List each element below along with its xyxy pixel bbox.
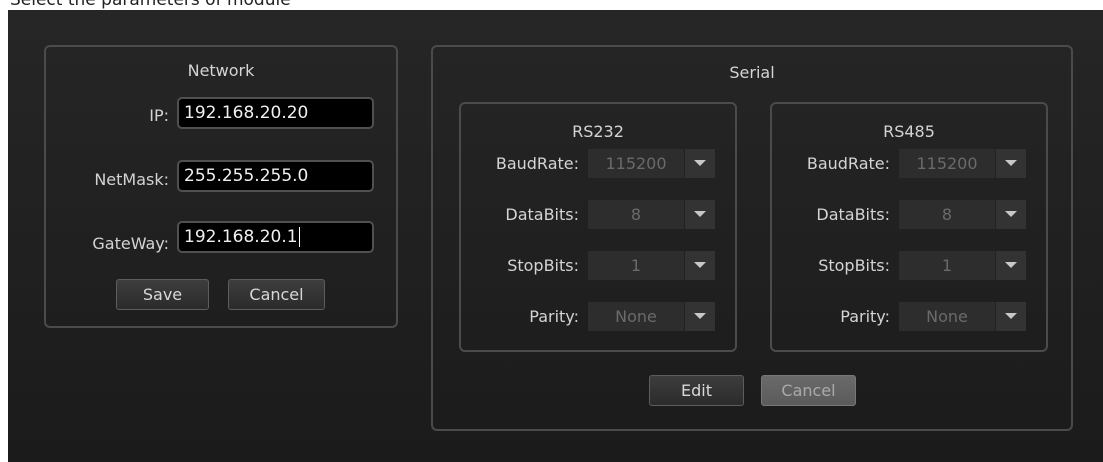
rs232-parity-value: None [615, 307, 657, 326]
chevron-down-icon[interactable] [995, 302, 1026, 331]
rs232-baudrate-value: 115200 [605, 154, 667, 173]
rs485-title: RS485 [883, 122, 935, 141]
rs485-parity-select[interactable]: None [899, 302, 1026, 331]
netmask-field[interactable]: 255.255.255.0 [177, 160, 374, 192]
netmask-label: NetMask: [94, 170, 169, 189]
chevron-down-icon[interactable] [995, 200, 1026, 229]
network-title: Network [187, 61, 255, 80]
rs485-parity-label: Parity: [840, 307, 890, 326]
rs485-baudrate-label: BaudRate: [806, 154, 890, 173]
gateway-value: 192.168.20.1 [184, 227, 298, 247]
rs485-parity-value: None [926, 307, 968, 326]
chevron-down-icon[interactable] [684, 302, 715, 331]
rs232-stopbits-label: StopBits: [507, 256, 579, 275]
network-save-button[interactable]: Save [116, 279, 209, 310]
netmask-value: 255.255.255.0 [184, 166, 309, 186]
rs232-title: RS232 [572, 122, 624, 141]
gateway-label: GateWay: [92, 234, 169, 253]
ip-value: 192.168.20.20 [184, 103, 309, 123]
rs232-databits-select[interactable]: 8 [588, 200, 715, 229]
serial-group: Serial RS232 BaudRate: 115200 DataBits: … [431, 45, 1073, 431]
gateway-field[interactable]: 192.168.20.1 [177, 221, 374, 253]
chevron-down-icon[interactable] [995, 149, 1026, 178]
ip-label: IP: [149, 106, 169, 125]
rs485-stopbits-label: StopBits: [818, 256, 890, 275]
rs485-group: RS485 BaudRate: 115200 DataBits: 8 StopB… [770, 102, 1048, 352]
rs485-databits-value: 8 [941, 205, 953, 224]
serial-cancel-button[interactable]: Cancel [761, 375, 856, 406]
text-caret [298, 227, 300, 247]
rs485-databits-select[interactable]: 8 [899, 200, 1026, 229]
rs485-baudrate-value: 115200 [916, 154, 978, 173]
chevron-down-icon[interactable] [684, 200, 715, 229]
rs232-stopbits-value: 1 [630, 256, 642, 275]
rs485-stopbits-select[interactable]: 1 [899, 251, 1026, 280]
serial-edit-button[interactable]: Edit [649, 375, 744, 406]
rs232-parity-select[interactable]: None [588, 302, 715, 331]
rs485-stopbits-value: 1 [941, 256, 953, 275]
rs485-baudrate-select[interactable]: 115200 [899, 149, 1026, 178]
settings-panel: Network IP: 192.168.20.20 NetMask: 255.2… [8, 10, 1103, 462]
chevron-down-icon[interactable] [684, 251, 715, 280]
rs232-databits-label: DataBits: [505, 205, 579, 224]
rs232-baudrate-select[interactable]: 115200 [588, 149, 715, 178]
chevron-down-icon[interactable] [684, 149, 715, 178]
ip-field[interactable]: 192.168.20.20 [177, 97, 374, 129]
clipped-top-text: Select the parameters of module [0, 0, 1103, 10]
chevron-down-icon[interactable] [995, 251, 1026, 280]
network-cancel-button[interactable]: Cancel [228, 279, 325, 310]
network-group: Network IP: 192.168.20.20 NetMask: 255.2… [44, 45, 398, 328]
serial-title: Serial [729, 63, 775, 82]
rs485-databits-label: DataBits: [816, 205, 890, 224]
rs232-group: RS232 BaudRate: 115200 DataBits: 8 StopB… [459, 102, 737, 352]
rs232-parity-label: Parity: [529, 307, 579, 326]
rs232-stopbits-select[interactable]: 1 [588, 251, 715, 280]
rs232-databits-value: 8 [630, 205, 642, 224]
rs232-baudrate-label: BaudRate: [495, 154, 579, 173]
